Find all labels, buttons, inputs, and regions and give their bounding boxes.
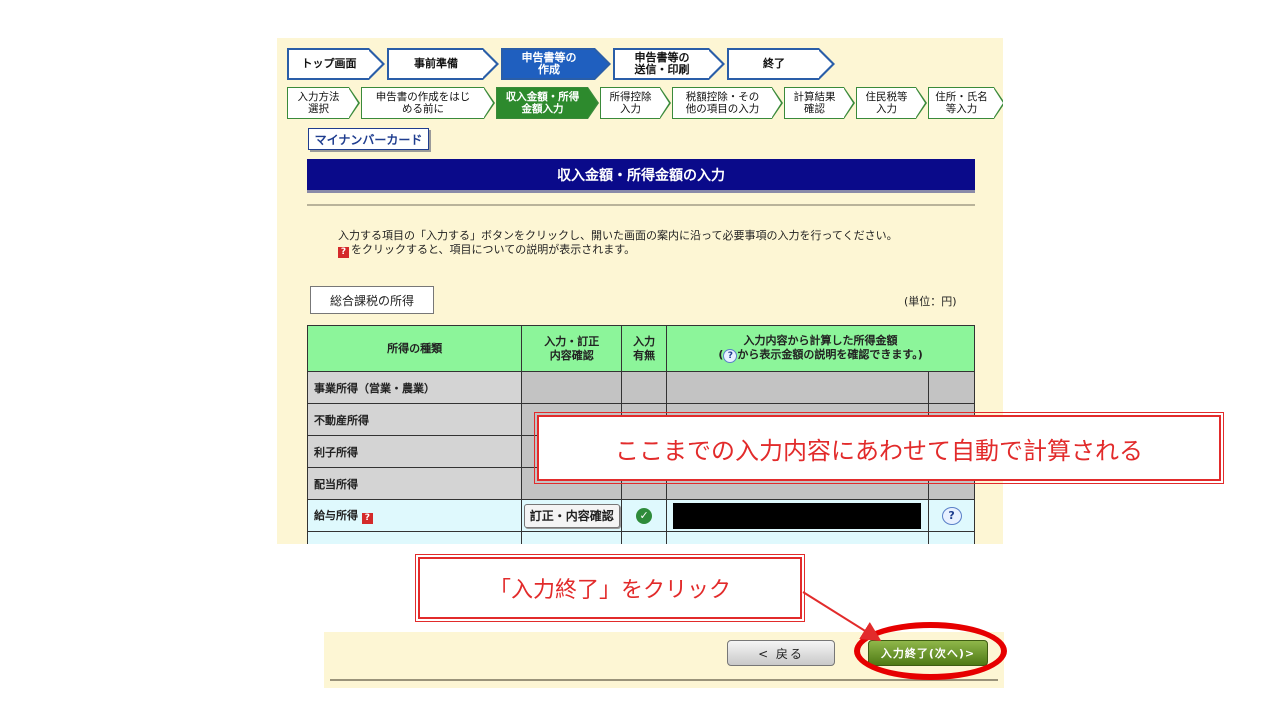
arrow-line (802, 591, 882, 642)
pointer-arrow (802, 591, 882, 642)
